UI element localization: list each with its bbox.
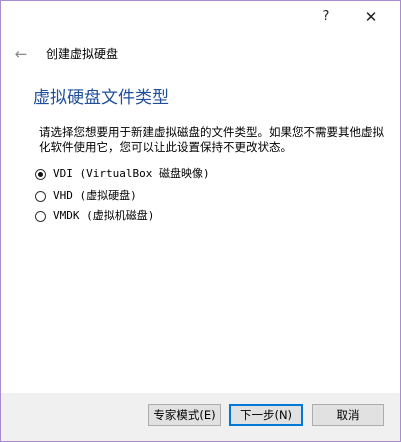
option-vdi[interactable]: VDI (VirtualBox 磁盘映像) [35, 165, 210, 183]
radio-vdi[interactable] [35, 168, 46, 180]
expert-mode-button[interactable]: 专家模式(E) [148, 404, 221, 426]
page-description: 请选择您想要用于新建虚拟磁盘的文件类型。如果您不需要其他虚拟化软件使用它，您可以… [39, 125, 384, 154]
back-arrow-icon[interactable]: ← [10, 44, 32, 64]
wizard-header: ← 创建虚拟硬盘 [1, 41, 400, 67]
option-vdi-label: VDI (VirtualBox 磁盘映像) [53, 167, 210, 180]
close-button[interactable]: ✕ [356, 5, 386, 29]
next-button[interactable]: 下一步(N) [229, 404, 303, 426]
title-bar: ? ✕ [1, 1, 400, 33]
cancel-button[interactable]: 取消 [312, 404, 384, 426]
create-virtual-disk-dialog: ? ✕ ← 创建虚拟硬盘 虚拟硬盘文件类型 请选择您想要用于新建虚拟磁盘的文件类… [0, 0, 401, 442]
help-button[interactable]: ? [311, 5, 341, 29]
wizard-title: 创建虚拟硬盘 [46, 47, 119, 61]
radio-vmdk[interactable] [35, 210, 46, 222]
page-title: 虚拟硬盘文件类型 [33, 88, 169, 108]
radio-vhd[interactable] [35, 190, 46, 202]
option-vmdk[interactable]: VMDK (虚拟机磁盘) [35, 207, 154, 225]
button-bar: 专家模式(E) 下一步(N) 取消 [1, 393, 400, 441]
option-vhd[interactable]: VHD (虚拟硬盘) [35, 187, 137, 205]
option-vhd-label: VHD (虚拟硬盘) [53, 189, 137, 202]
option-vmdk-label: VMDK (虚拟机磁盘) [53, 209, 155, 222]
